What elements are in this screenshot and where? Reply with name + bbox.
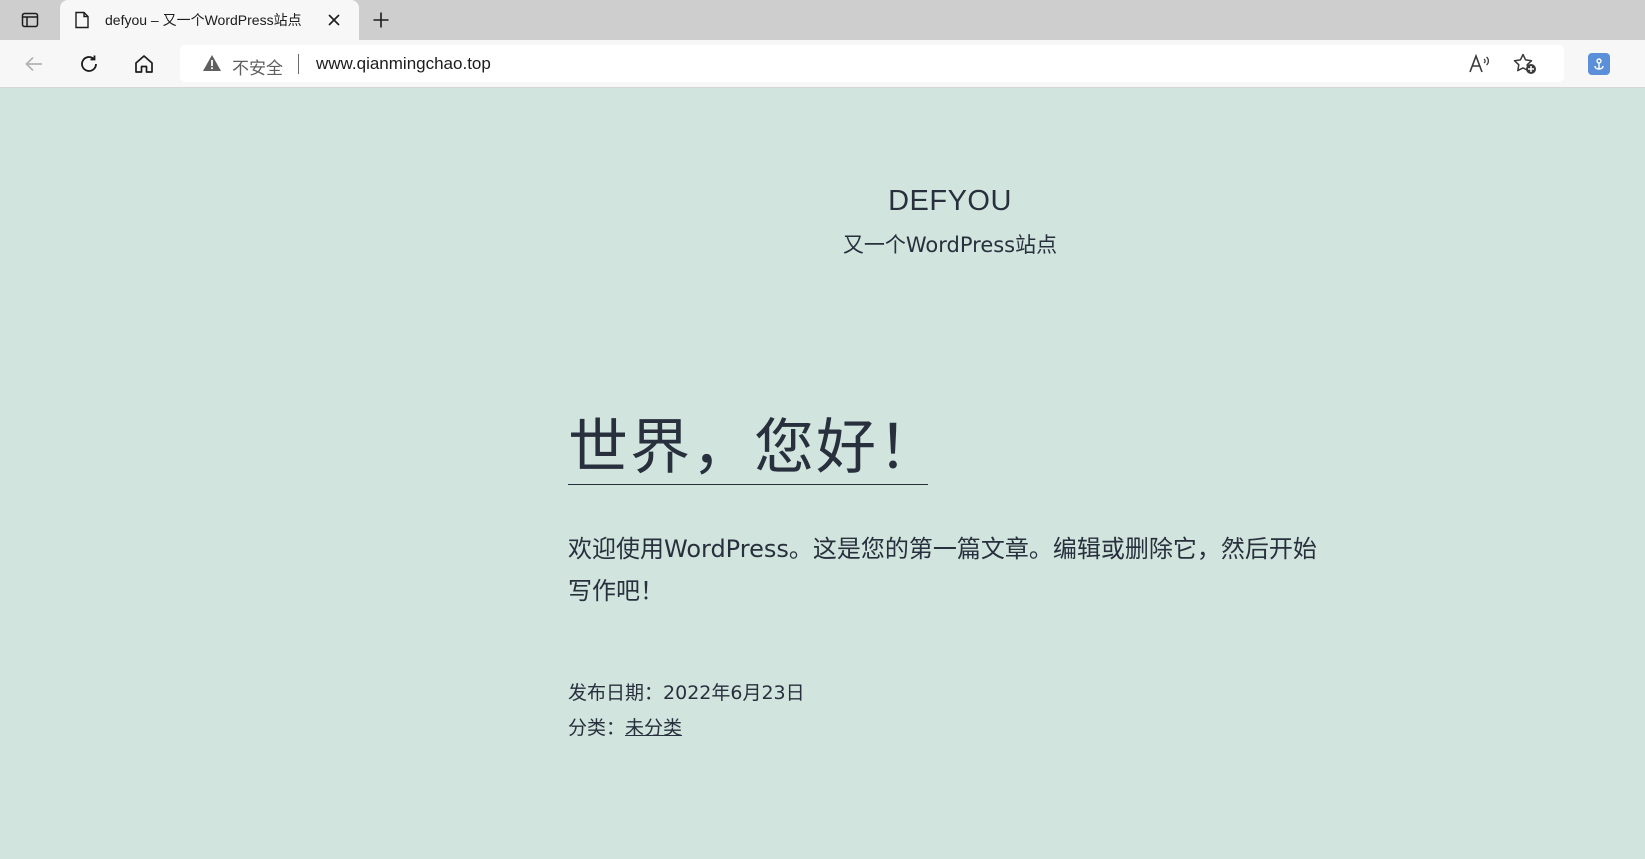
- refresh-button[interactable]: [73, 48, 105, 80]
- page-icon: [75, 11, 89, 29]
- site-description: 又一个WordPress站点: [842, 233, 1058, 257]
- extension-icon: [1594, 58, 1604, 70]
- address-divider: [298, 54, 299, 74]
- close-tab-button[interactable]: [322, 8, 346, 32]
- close-icon: [328, 14, 340, 26]
- back-arrow-icon: [25, 56, 42, 72]
- add-favorite-icon: [1513, 53, 1536, 74]
- category-label: 分类：: [568, 717, 626, 739]
- post-title-underline: [568, 484, 928, 485]
- post-date: 2022年6月23日: [663, 682, 805, 704]
- extension-button[interactable]: [1588, 53, 1610, 75]
- tab-actions-button[interactable]: [14, 6, 46, 34]
- home-button[interactable]: [128, 48, 160, 80]
- date-label: 发布日期：: [568, 682, 664, 704]
- tab-strip: defyou – 又一个WordPress站点: [0, 0, 1645, 40]
- post-category-meta: 分类：未分类: [568, 713, 682, 740]
- new-tab-button[interactable]: [366, 6, 396, 34]
- url-text[interactable]: www.qianmingchao.top: [316, 54, 491, 74]
- security-status[interactable]: 不安全: [232, 54, 283, 79]
- site-title[interactable]: DEFYOU: [0, 185, 1645, 218]
- warning-icon[interactable]: [202, 54, 222, 72]
- browser-toolbar: 不安全 www.qianmingchao.top: [0, 40, 1645, 88]
- plus-icon: [373, 12, 389, 28]
- post-date-meta: 发布日期：2022年6月23日: [568, 678, 805, 705]
- post-body: 欢迎使用WordPress。这是您的第一篇文章。编辑或删除它，然后开始写作吧！: [568, 535, 1317, 605]
- active-tab[interactable]: defyou – 又一个WordPress站点: [60, 0, 359, 40]
- refresh-icon: [81, 55, 97, 72]
- tab-actions-icon: [21, 12, 39, 28]
- add-favorite-button[interactable]: [1512, 52, 1538, 76]
- read-aloud-button[interactable]: [1468, 53, 1492, 75]
- post-title[interactable]: 世界，您好！: [568, 414, 940, 482]
- read-aloud-icon: [1469, 54, 1490, 73]
- address-bar[interactable]: 不安全 www.qianmingchao.top: [180, 45, 1564, 82]
- home-icon: [135, 55, 153, 73]
- back-button[interactable]: [18, 48, 50, 80]
- category-link[interactable]: 未分类: [625, 717, 682, 739]
- tab-title: defyou – 又一个WordPress站点: [105, 12, 302, 28]
